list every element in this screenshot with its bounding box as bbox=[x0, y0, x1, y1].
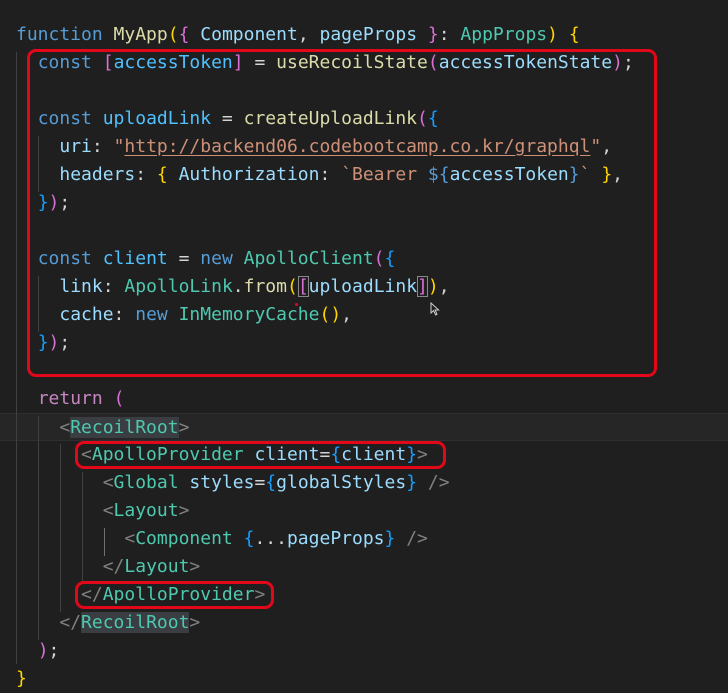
code-token: { bbox=[265, 472, 277, 493]
code-token: ( bbox=[113, 388, 125, 409]
code-line[interactable]: <Global styles={globalStyles} /> bbox=[0, 469, 728, 497]
apollo-provider-open-highlight bbox=[75, 441, 446, 469]
indent-guide bbox=[82, 472, 83, 584]
stray-dot bbox=[295, 303, 298, 306]
code-token: > bbox=[189, 556, 201, 577]
code-token: AppProps bbox=[460, 24, 548, 45]
indent-guide bbox=[60, 444, 61, 612]
indent-guide bbox=[16, 52, 17, 664]
code-token: </ bbox=[59, 612, 82, 633]
code-line[interactable]: <RecoilRoot> bbox=[0, 413, 728, 441]
code-token: < bbox=[102, 472, 114, 493]
code-token: styles bbox=[189, 472, 255, 493]
text-arrow-cursor-icon bbox=[430, 302, 440, 316]
code-line[interactable]: function MyApp({ Component, pageProps }:… bbox=[0, 21, 728, 49]
code-token: ) bbox=[37, 640, 49, 661]
code-line[interactable]: ); bbox=[0, 637, 728, 665]
code-token: Component bbox=[200, 24, 298, 45]
indent-guide bbox=[38, 416, 39, 640]
code-token: = bbox=[254, 472, 266, 493]
code-token: } bbox=[406, 472, 418, 493]
code-token: { bbox=[568, 24, 580, 45]
code-token: } bbox=[16, 668, 27, 689]
code-token: Global bbox=[113, 472, 179, 493]
code-token: ( bbox=[167, 24, 179, 45]
code-token: /> bbox=[427, 472, 450, 493]
code-token: { bbox=[243, 528, 255, 549]
code-token: RecoilRoot bbox=[70, 417, 179, 438]
code-token: ; bbox=[48, 640, 60, 661]
code-token: Layout bbox=[113, 500, 179, 521]
code-token: function bbox=[16, 24, 103, 45]
code-line[interactable]: </RecoilRoot> bbox=[0, 609, 728, 637]
code-token: RecoilRoot bbox=[81, 612, 190, 633]
code-line[interactable]: </Layout> bbox=[0, 553, 728, 581]
code-token: < bbox=[124, 528, 136, 549]
const-block-highlight bbox=[27, 49, 657, 377]
code-token: < bbox=[59, 417, 71, 438]
code-token: Layout bbox=[124, 556, 190, 577]
code-token: : bbox=[438, 24, 461, 45]
apollo-provider-close-highlight bbox=[75, 581, 274, 609]
code-token: ) bbox=[547, 24, 558, 45]
code-line[interactable]: <Layout> bbox=[0, 497, 728, 525]
code-token: ... bbox=[254, 528, 287, 549]
code-token: Component bbox=[135, 528, 233, 549]
code-token: pageProps bbox=[319, 24, 418, 45]
code-token: > bbox=[178, 500, 190, 521]
code-token: > bbox=[178, 417, 190, 438]
code-token: > bbox=[189, 612, 201, 633]
code-line[interactable]: return ( bbox=[0, 385, 728, 413]
code-token: globalStyles bbox=[276, 472, 407, 493]
code-token: , bbox=[297, 24, 320, 45]
indent-guide bbox=[104, 528, 105, 556]
code-token: return bbox=[37, 388, 103, 409]
code-token: { bbox=[178, 24, 190, 45]
code-editor[interactable]: function MyApp({ Component, pageProps }:… bbox=[0, 0, 728, 689]
code-token: } bbox=[384, 528, 396, 549]
code-token: </ bbox=[102, 556, 125, 577]
code-line[interactable]: <Component {...pageProps} /> bbox=[0, 525, 728, 553]
code-token: /> bbox=[406, 528, 428, 549]
code-token: MyApp bbox=[113, 24, 168, 45]
code-token: pageProps bbox=[286, 528, 385, 549]
code-token: } bbox=[427, 24, 439, 45]
code-token: < bbox=[102, 500, 114, 521]
